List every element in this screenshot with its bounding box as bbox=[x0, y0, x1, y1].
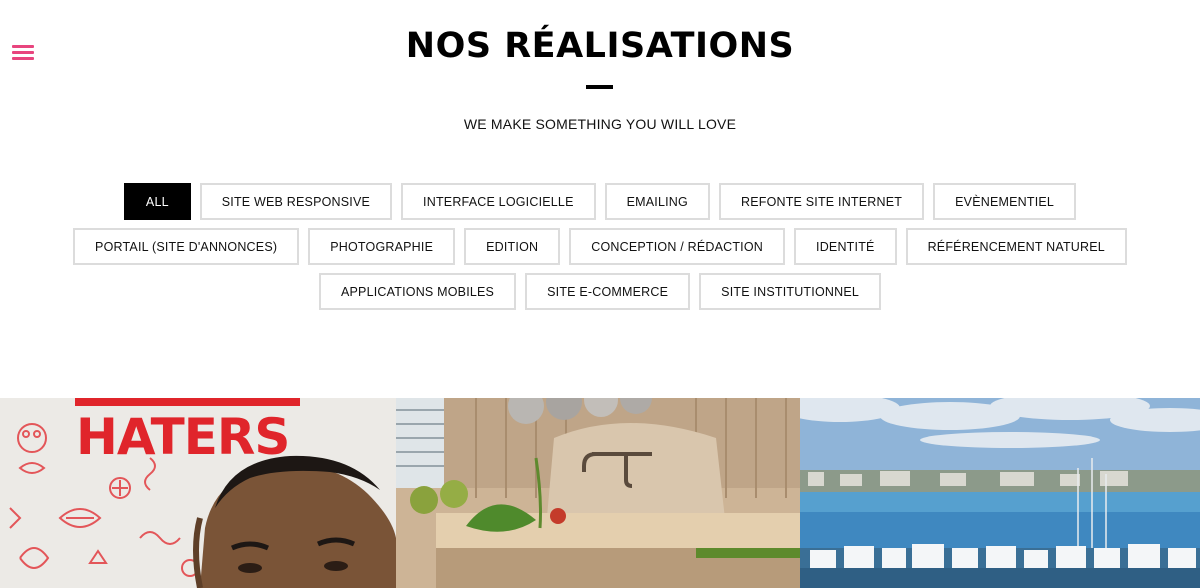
filter-applications-mobiles[interactable]: APPLICATIONS MOBILES bbox=[318, 273, 517, 310]
harbor-photo-image bbox=[800, 398, 1200, 588]
filter-photographie[interactable]: PHOTOGRAPHIE bbox=[308, 228, 456, 265]
filter-site-institutionnel[interactable]: SITE INSTITUTIONNEL bbox=[699, 273, 882, 310]
kitchen-photo-image bbox=[396, 398, 800, 588]
filter-refonte-site-internet[interactable]: REFONTE SITE INTERNET bbox=[718, 183, 925, 220]
filter-conception-redaction[interactable]: CONCEPTION / RÉDACTION bbox=[569, 228, 786, 265]
haters-poster-text: HATERS bbox=[76, 408, 289, 466]
filter-emailing[interactable]: EMAILING bbox=[604, 183, 710, 220]
filter-interface-logicielle[interactable]: INTERFACE LOGICIELLE bbox=[401, 183, 596, 220]
filter-edition[interactable]: EDITION bbox=[464, 228, 561, 265]
portfolio-item-haters[interactable]: HATERS bbox=[0, 398, 396, 588]
filter-referencement-naturel[interactable]: RÉFÉRENCEMENT NATUREL bbox=[905, 228, 1127, 265]
portfolio-item-kitchen[interactable] bbox=[396, 398, 800, 588]
portfolio-gallery: HATERS bbox=[0, 398, 1200, 588]
filter-identite[interactable]: IDENTITÉ bbox=[794, 228, 897, 265]
portfolio-item-harbor[interactable] bbox=[800, 398, 1200, 588]
filter-evenementiel[interactable]: EVÈNEMENTIEL bbox=[933, 183, 1077, 220]
page-title: NOS RÉALISATIONS bbox=[405, 26, 795, 66]
page-subtitle: WE MAKE SOMETHING YOU WILL LOVE bbox=[463, 116, 737, 132]
filter-all[interactable]: ALL bbox=[123, 183, 191, 220]
filter-portail[interactable]: PORTAIL (SITE D'ANNONCES) bbox=[73, 228, 300, 265]
filter-site-web-responsive[interactable]: SITE WEB RESPONSIVE bbox=[199, 183, 393, 220]
portfolio-filter-bar: ALL SITE WEB RESPONSIVE INTERFACE LOGICI… bbox=[30, 183, 1170, 310]
title-divider bbox=[586, 85, 613, 89]
filter-site-e-commerce[interactable]: SITE E-COMMERCE bbox=[525, 273, 691, 310]
haters-poster-image: HATERS bbox=[0, 398, 396, 588]
